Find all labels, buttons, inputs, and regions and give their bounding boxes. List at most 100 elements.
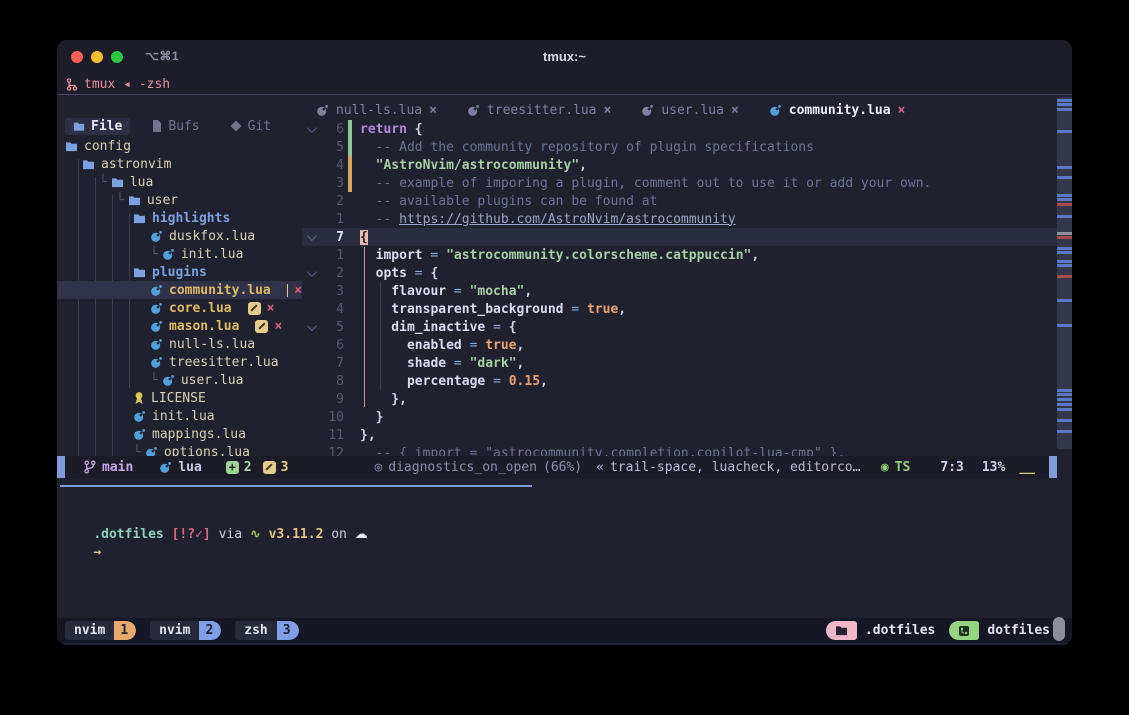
fold-chevron-icon[interactable] (306, 267, 316, 277)
code-line[interactable]: 6 enabled = true, (302, 336, 1057, 354)
tab-file[interactable]: File (65, 118, 130, 135)
tree-item-core.lua[interactable]: core.lua× (57, 299, 302, 317)
fold-column[interactable] (302, 234, 318, 241)
tree-item-lua[interactable]: └lua (57, 173, 302, 191)
line-number: 9 (318, 392, 344, 407)
fold-chevron-icon[interactable] (306, 231, 316, 241)
lua-file-icon (150, 230, 163, 243)
code-text: "AstroNvim/astrocommunity", (352, 158, 587, 173)
lua-file-icon (150, 338, 163, 351)
tree-item-label: highlights (152, 211, 230, 226)
close-buffer-icon[interactable]: × (898, 103, 906, 118)
tree-item-user[interactable]: └user (57, 191, 302, 209)
lsp-progress-segment: ◎ diagnostics_on_open (66%) (374, 460, 582, 475)
session-tree-icon (66, 78, 78, 91)
code-line[interactable]: 10 } (302, 408, 1057, 426)
buffer-tab-user.lua[interactable]: user.lua× (641, 103, 738, 118)
diagnostic-close-icon[interactable]: × (294, 283, 302, 298)
code-line[interactable]: 2 -- available plugins can be found at (302, 192, 1057, 210)
scrollbar-mark (1057, 198, 1072, 201)
tab-bufs[interactable]: Bufs (144, 118, 207, 135)
fold-chevron-icon[interactable] (306, 123, 316, 133)
tree-item-plugins[interactable]: plugins (57, 263, 302, 281)
scrollbar-mark (1057, 215, 1072, 218)
diagnostic-close-icon[interactable]: × (274, 319, 282, 334)
tree-elbow: └ (99, 175, 107, 190)
tree-item-label: user (147, 193, 178, 208)
tree-item-init.lua[interactable]: init.lua (57, 407, 302, 425)
scrollbar-mark (1057, 299, 1072, 302)
code-line[interactable]: 1 -- https://github.com/AstroNvim/astroc… (302, 210, 1057, 228)
tree-item-user.lua[interactable]: └user.lua (57, 371, 302, 389)
terminal-scrollbar-thumb[interactable] (1053, 617, 1065, 641)
code-line[interactable]: 4 "AstroNvim/astrocommunity", (302, 156, 1057, 174)
titlebar[interactable]: ⌥⌘1 tmux:~ (57, 40, 1072, 75)
fold-chevron-icon[interactable] (306, 321, 316, 331)
code-line[interactable]: 11}, (302, 426, 1057, 444)
code-line[interactable]: 8 percentage = 0.15, (302, 372, 1057, 390)
treesitter-segment: ◉ TS (881, 460, 910, 475)
tmux-window-name: zsh (235, 621, 276, 640)
code-line[interactable]: 5 -- Add the community repository of plu… (302, 138, 1057, 156)
explorer-source-tabs: File Bufs Git (65, 116, 298, 136)
code-line[interactable]: 7 shade = "dark", (302, 354, 1057, 372)
tmux-pane-border[interactable] (60, 485, 532, 487)
code-text: return { (352, 122, 423, 137)
tree-item-label: duskfox.lua (169, 229, 255, 244)
tmux-window-nvim-1[interactable]: nvim1 (65, 621, 136, 640)
folder-icon (133, 267, 146, 278)
code-line[interactable]: 4 transparent_background = true, (302, 300, 1057, 318)
tree-item-community.lua[interactable]: community.lua× (57, 281, 302, 299)
code-line[interactable]: 9 }, (302, 390, 1057, 408)
fold-column[interactable] (302, 324, 318, 331)
tmux-window-index: 1 (114, 621, 136, 640)
terminal-tab-bar[interactable]: tmux ◂ -zsh (57, 74, 1072, 95)
fold-column[interactable] (302, 126, 318, 133)
tree-item-null-ls.lua[interactable]: null-ls.lua (57, 335, 302, 353)
diagnostic-close-icon[interactable]: × (267, 301, 275, 316)
tmux-window-name: nvim (65, 621, 114, 640)
tree-item-label: config (84, 139, 131, 154)
code-area[interactable]: 6return {5 -- Add the community reposito… (302, 120, 1057, 462)
tree-item-highlights[interactable]: highlights (57, 209, 302, 227)
tree-item-mason.lua[interactable]: mason.lua× (57, 317, 302, 335)
tree-item-init.lua[interactable]: └init.lua (57, 245, 302, 263)
treesitter-label: TS (895, 460, 911, 475)
cloud-icon: ☁ (355, 527, 368, 542)
close-buffer-icon[interactable]: × (429, 103, 437, 118)
buffer-tab-label: null-ls.lua (336, 103, 422, 118)
terminal-tab-label: tmux ◂ -zsh (84, 77, 170, 92)
buffer-tab-community.lua[interactable]: community.lua× (769, 103, 906, 118)
tree-item-mappings.lua[interactable]: mappings.lua (57, 425, 302, 443)
code-line[interactable]: 2 opts = { (302, 264, 1057, 282)
scrollbar-mark (1057, 264, 1072, 267)
tree-item-label: null-ls.lua (169, 337, 255, 352)
code-line[interactable]: 7{ (302, 228, 1057, 246)
code-text: -- Add the community repository of plugi… (352, 140, 814, 155)
close-buffer-icon[interactable]: × (604, 103, 612, 118)
tree-item-duskfox.lua[interactable]: duskfox.lua (57, 227, 302, 245)
git-changed-count: 3 (281, 460, 289, 475)
tree-item-config[interactable]: config (57, 137, 302, 155)
buffer-tab-null-ls.lua[interactable]: null-ls.lua × (316, 103, 437, 118)
fold-column[interactable] (302, 270, 318, 277)
code-line[interactable]: 3 -- example of imporing a plugin, comme… (302, 174, 1057, 192)
tmux-window-nvim-2[interactable]: nvim2 (150, 621, 221, 640)
code-line[interactable]: 1 import = "astrocommunity.colorscheme.c… (302, 246, 1057, 264)
tree-item-label: init.lua (181, 247, 244, 262)
diagnostics-scrollbar[interactable] (1057, 97, 1072, 449)
close-buffer-icon[interactable]: × (731, 103, 739, 118)
filetype-label: lua (178, 460, 201, 475)
tree-item-astronvim[interactable]: astronvim (57, 155, 302, 173)
code-line[interactable]: 5 dim_inactive = { (302, 318, 1057, 336)
tab-git[interactable]: Git (222, 118, 279, 135)
code-line[interactable]: 3 flavour = "mocha", (302, 282, 1057, 300)
shell-input-line[interactable]: → (62, 530, 101, 575)
buffer-tab-treesitter.lua[interactable]: treesitter.lua× (467, 103, 611, 118)
tree-item-treesitter.lua[interactable]: treesitter.lua (57, 353, 302, 371)
code-line[interactable]: 6return { (302, 120, 1057, 138)
scrollbar-mark (1057, 403, 1072, 406)
tmux-window-zsh-3[interactable]: zsh3 (235, 621, 298, 640)
tree-item-LICENSE[interactable]: LICENSE (57, 389, 302, 407)
filetype-segment: lua (159, 460, 201, 475)
